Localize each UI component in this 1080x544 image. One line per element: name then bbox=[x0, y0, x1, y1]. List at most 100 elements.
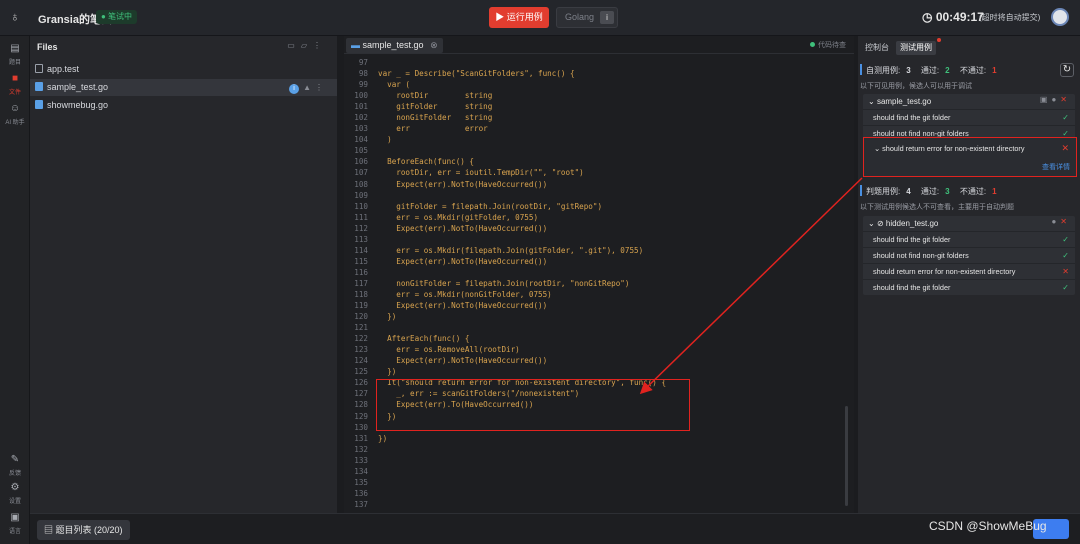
test-case[interactable]: should find the git folder ✓ bbox=[863, 231, 1075, 247]
code-line[interactable]: 121 bbox=[344, 322, 844, 333]
run-tests-button[interactable]: ▶ 运行用例 bbox=[489, 7, 549, 28]
code-line[interactable]: 135 bbox=[344, 477, 844, 488]
tab-test-cases[interactable]: 测试用例 bbox=[896, 41, 936, 55]
code-line[interactable]: 108 Expect(err).NotTo(HaveOccurred()) bbox=[344, 179, 844, 190]
rail-item-feedback[interactable]: ✎ 反馈 bbox=[0, 454, 30, 477]
code-line[interactable]: 106 BeforeEach(func() { bbox=[344, 156, 844, 167]
code-line[interactable]: 132 bbox=[344, 444, 844, 455]
refresh-icon[interactable]: ↻ bbox=[1060, 63, 1074, 77]
suite-title[interactable]: ⌄ sample_test.go bbox=[868, 94, 931, 109]
line-number: 126 bbox=[354, 378, 368, 388]
code-line[interactable]: 113 bbox=[344, 234, 844, 245]
edit-icon[interactable]: ● bbox=[1051, 95, 1060, 104]
code-line[interactable]: 105 bbox=[344, 145, 844, 156]
more-icon[interactable]: ⋮ bbox=[313, 41, 327, 50]
code-line[interactable]: 111 err = os.Mkdir(gitFolder, 0755) bbox=[344, 212, 844, 223]
code-line[interactable]: 117 nonGitFolder = filepath.Join(rootDir… bbox=[344, 278, 844, 289]
new-folder-icon[interactable]: ▱ bbox=[301, 41, 313, 50]
code-line[interactable]: 118 err = os.Mkdir(nonGitFolder, 0755) bbox=[344, 289, 844, 300]
folder-icon: ■ bbox=[11, 73, 19, 84]
chevron-down-icon: ⌄ bbox=[868, 97, 875, 106]
tab-console[interactable]: 控制台 bbox=[861, 41, 893, 55]
line-number: 119 bbox=[354, 301, 368, 311]
code-line[interactable]: 116 bbox=[344, 267, 844, 278]
file-item[interactable]: sample_test.go i ▲⋮ bbox=[30, 79, 337, 96]
line-number: 103 bbox=[354, 124, 368, 134]
save-icon[interactable]: ▣ bbox=[1040, 95, 1052, 104]
info-icon[interactable]: i bbox=[289, 84, 300, 94]
code-text: var _ = Describe("ScanGitFolders", func(… bbox=[378, 69, 575, 79]
avatar[interactable] bbox=[1051, 8, 1069, 26]
code-line[interactable]: 109 bbox=[344, 190, 844, 201]
rail-item-question[interactable]: ▤ 题目 bbox=[0, 43, 30, 66]
suite-title[interactable]: ⌄ ⊘ hidden_test.go bbox=[868, 216, 938, 231]
tab-sample-test[interactable]: ▬ sample_test.go ⊗ bbox=[346, 38, 443, 53]
rail-item-language[interactable]: ▣ 语言 bbox=[0, 512, 30, 535]
code-text: gitFolder string bbox=[378, 102, 493, 112]
self-test-summary: 自测用例: 3 通过: 2 不通过: 1 bbox=[866, 65, 1005, 76]
code-line[interactable]: 131}) bbox=[344, 433, 844, 444]
code-line[interactable]: 101 gitFolder string bbox=[344, 101, 844, 112]
code-line[interactable]: 122 AfterEach(func() { bbox=[344, 333, 844, 344]
code-line[interactable]: 134 bbox=[344, 466, 844, 477]
code-line[interactable]: 124 Expect(err).NotTo(HaveOccurred()) bbox=[344, 355, 844, 366]
code-line[interactable]: 120 }) bbox=[344, 311, 844, 322]
test-case[interactable]: should not find non-git folders ✓ bbox=[863, 247, 1075, 263]
code-line[interactable]: 136 bbox=[344, 488, 844, 499]
question-list-button[interactable]: ▤ 题目列表 (20/20) bbox=[37, 520, 130, 540]
file-item[interactable]: app.test bbox=[30, 61, 337, 78]
code-line[interactable]: 103 err error bbox=[344, 123, 844, 134]
test-case[interactable]: should find the git folder ✓ bbox=[863, 109, 1075, 125]
code-line[interactable]: 107 rootDir, err = ioutil.TempDir("", "r… bbox=[344, 167, 844, 178]
close-icon[interactable]: ✕ bbox=[1060, 217, 1071, 226]
chevron-down-icon: ⌄ bbox=[868, 219, 875, 228]
rail-item-settings[interactable]: ⚙ 设置 bbox=[0, 482, 30, 505]
code-editor[interactable]: ▬ sample_test.go ⊗ 代码待查 97 98 var _ = Desc… bbox=[344, 36, 854, 513]
code-line[interactable]: 115 Expect(err).NotTo(HaveOccurred()) bbox=[344, 256, 844, 267]
test-case[interactable]: should find the git folder ✓ bbox=[863, 279, 1075, 295]
code-line[interactable]: 98 var _ = Describe("ScanGitFolders", fun… bbox=[344, 68, 844, 79]
code-line[interactable]: 112 Expect(err).NotTo(HaveOccurred()) bbox=[344, 223, 844, 234]
code-line[interactable]: 104 ) bbox=[344, 134, 844, 145]
line-number: 129 bbox=[354, 411, 368, 421]
file-name: app.test bbox=[47, 64, 80, 74]
gear-icon: ⚙ bbox=[10, 482, 20, 493]
code-line[interactable]: 99 var ( bbox=[344, 79, 844, 90]
code-text: Expect(err).NotTo(HaveOccurred()) bbox=[378, 256, 548, 266]
info-icon[interactable]: i bbox=[600, 11, 614, 24]
lock-icon[interactable]: ▲ bbox=[303, 83, 315, 92]
close-icon[interactable]: ✕ bbox=[1060, 95, 1071, 104]
code-line[interactable]: 114 err = os.Mkdir(filepath.Join(gitFold… bbox=[344, 245, 844, 256]
editor-scrollbar[interactable] bbox=[845, 406, 848, 506]
code-text: ) bbox=[378, 135, 392, 145]
code-line[interactable]: 119 Expect(err).NotTo(HaveOccurred()) bbox=[344, 300, 844, 311]
panel-splitter[interactable] bbox=[337, 36, 344, 513]
code-line[interactable]: 97 bbox=[344, 57, 844, 68]
file-row-tools: i ▲⋮ bbox=[289, 79, 327, 96]
code-line[interactable]: 100 rootDir string bbox=[344, 90, 844, 101]
language-select[interactable]: Golang i bbox=[556, 7, 618, 28]
edit-icon[interactable]: ● bbox=[1051, 217, 1060, 226]
rail-item-ai[interactable]: ☺ AI 助手 bbox=[0, 103, 30, 126]
file-item[interactable]: showmebug.go bbox=[30, 97, 337, 114]
expanded-case-title: ⌄ should return error for non-existent d… bbox=[874, 144, 1025, 153]
line-number: 108 bbox=[354, 179, 368, 189]
language-value: Golang bbox=[565, 12, 595, 22]
code-text: err error bbox=[378, 124, 488, 134]
code-line[interactable]: 123 err = os.RemoveAll(rootDir) bbox=[344, 344, 844, 355]
new-file-icon[interactable]: ▭ bbox=[287, 41, 301, 50]
expanded-test-case[interactable]: ⌄ should return error for non-existent d… bbox=[863, 137, 1077, 177]
code-line[interactable]: 137 bbox=[344, 499, 844, 510]
view-details-link[interactable]: 查看详情 bbox=[1042, 162, 1070, 172]
case-name: should find the git folder bbox=[873, 283, 951, 292]
test-case[interactable]: should return error for non-existent dir… bbox=[863, 263, 1075, 279]
code-line[interactable]: 102 nonGitFolder string bbox=[344, 112, 844, 123]
more-icon[interactable]: ⋮ bbox=[315, 83, 327, 92]
code-line[interactable]: 110 gitFolder = filepath.Join(rootDir, "… bbox=[344, 201, 844, 212]
code-lines[interactable]: 97 98 var _ = Describe("ScanGitFolders", f… bbox=[344, 57, 844, 510]
rail-item-files[interactable]: ■ 文件 bbox=[0, 73, 30, 96]
close-icon[interactable]: ⊗ bbox=[430, 40, 438, 50]
code-line[interactable]: 133 bbox=[344, 455, 844, 466]
code-line[interactable]: 125 }) bbox=[344, 366, 844, 377]
line-number: 131 bbox=[354, 433, 368, 443]
